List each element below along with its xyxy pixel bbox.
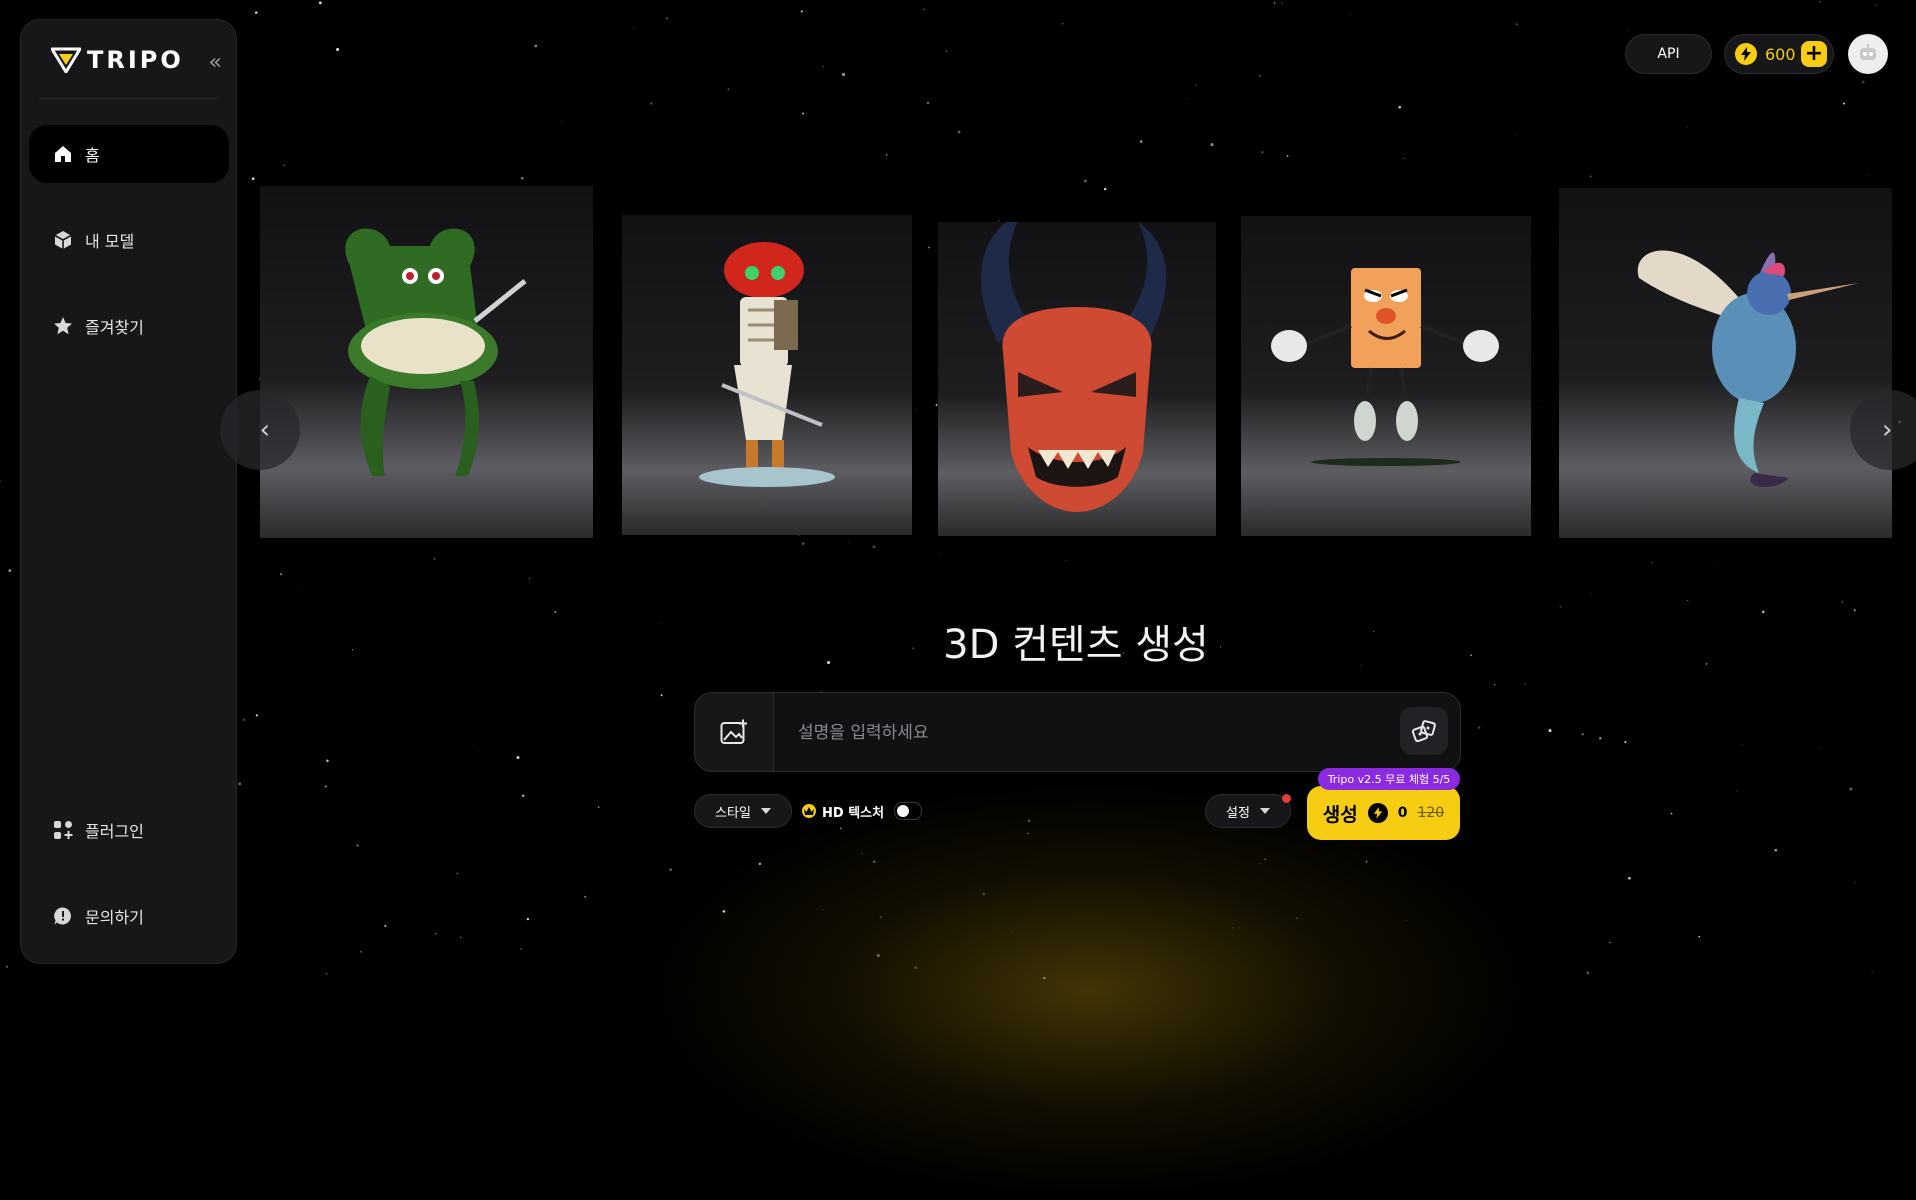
generate-label: 생성 <box>1322 803 1358 826</box>
model-carousel <box>260 160 1892 550</box>
robot-avatar-icon <box>1860 44 1876 60</box>
free-trial-badge: Tripo v2.5 무료 체험 5/5 <box>1318 768 1460 790</box>
add-credits-button[interactable]: + <box>1801 41 1827 67</box>
carousel-card[interactable] <box>938 222 1216 536</box>
tripo-logo[interactable]: TRIPO <box>51 46 184 74</box>
sidebar-item-label: 플러그인 <box>85 822 144 841</box>
collapse-sidebar-button[interactable]: « <box>209 50 222 75</box>
tripo-logo-icon <box>51 47 81 73</box>
sidebar-item-label: 문의하기 <box>85 908 144 927</box>
hd-texture-option: HD 텍스처 <box>802 794 926 828</box>
sidebar-item-my-models[interactable]: 내 모델 <box>29 211 229 269</box>
red-skeleton-robot-model <box>699 242 835 487</box>
settings-label: 설정 <box>1226 805 1250 821</box>
image-add-icon <box>720 719 747 744</box>
notification-dot <box>1282 794 1291 803</box>
cube-icon <box>53 230 73 250</box>
user-avatar[interactable] <box>1848 34 1888 74</box>
carousel-card[interactable] <box>1241 216 1531 536</box>
caret-down-icon <box>1259 808 1270 814</box>
prompt-input[interactable] <box>796 715 1360 751</box>
hummingbird-model <box>1637 250 1859 488</box>
home-icon <box>53 144 73 164</box>
random-prompt-button[interactable] <box>1400 707 1448 755</box>
crown-icon <box>802 804 816 818</box>
style-dropdown[interactable]: 스타일 <box>694 794 792 828</box>
green-cereal-chair-model <box>345 228 527 476</box>
chevron-left-icon: ‹ <box>259 415 270 445</box>
carousel-prev-button[interactable]: ‹ <box>220 390 300 470</box>
sidebar-item-label: 내 모델 <box>85 232 135 251</box>
prompt-input-container <box>773 693 1460 771</box>
bottom-glow <box>640 780 1540 1200</box>
credits-count: 600 <box>1765 44 1796 64</box>
generate-button[interactable]: 생성 0 120 <box>1307 786 1460 840</box>
plugin-icon <box>53 820 73 840</box>
caret-down-icon <box>760 808 771 814</box>
red-oni-mask-model <box>980 222 1167 512</box>
carousel-card[interactable] <box>1559 188 1892 538</box>
chevron-right-icon: › <box>1882 415 1893 445</box>
sidebar-item-label: 홈 <box>85 146 100 165</box>
generate-original-cost: 120 <box>1417 805 1445 821</box>
sidebar-item-home[interactable]: 홈 <box>29 125 229 183</box>
sidebar: TRIPO « 홈 내 모델 즐겨찾기 플러그인 문의하기 <box>20 19 237 964</box>
carousel-card[interactable] <box>260 186 593 538</box>
carousel-card[interactable] <box>622 215 912 535</box>
api-button[interactable]: API <box>1625 34 1712 74</box>
image-upload-button[interactable] <box>695 693 773 771</box>
hd-texture-toggle[interactable] <box>894 802 923 820</box>
credits-balance[interactable]: 600 + <box>1724 34 1834 74</box>
chat-icon <box>53 906 73 926</box>
settings-dropdown[interactable]: 설정 <box>1205 794 1291 828</box>
prompt-box <box>694 692 1461 772</box>
generate-cost: 0 <box>1397 805 1408 821</box>
sidebar-item-favorites[interactable]: 즐겨찾기 <box>29 297 229 355</box>
lightning-icon <box>1735 43 1757 65</box>
dice-icon <box>1412 720 1436 742</box>
star-icon <box>53 316 73 336</box>
api-label: API <box>1657 46 1680 62</box>
lightning-icon <box>1367 803 1388 823</box>
sidebar-item-label: 즐겨찾기 <box>85 318 144 337</box>
sidebar-divider <box>39 98 218 99</box>
style-label: 스타일 <box>715 805 751 821</box>
sidebar-item-plugins[interactable]: 플러그인 <box>29 801 229 859</box>
logo-text: TRIPO <box>87 46 184 74</box>
sidebar-item-contact[interactable]: 문의하기 <box>29 887 229 945</box>
double-chevron-left-icon: « <box>208 50 222 75</box>
orange-cartoon-character-model <box>1271 268 1499 466</box>
page-title: 3D 컨텐츠 생성 <box>943 622 1209 668</box>
hd-texture-label: HD 텍스처 <box>822 805 885 821</box>
